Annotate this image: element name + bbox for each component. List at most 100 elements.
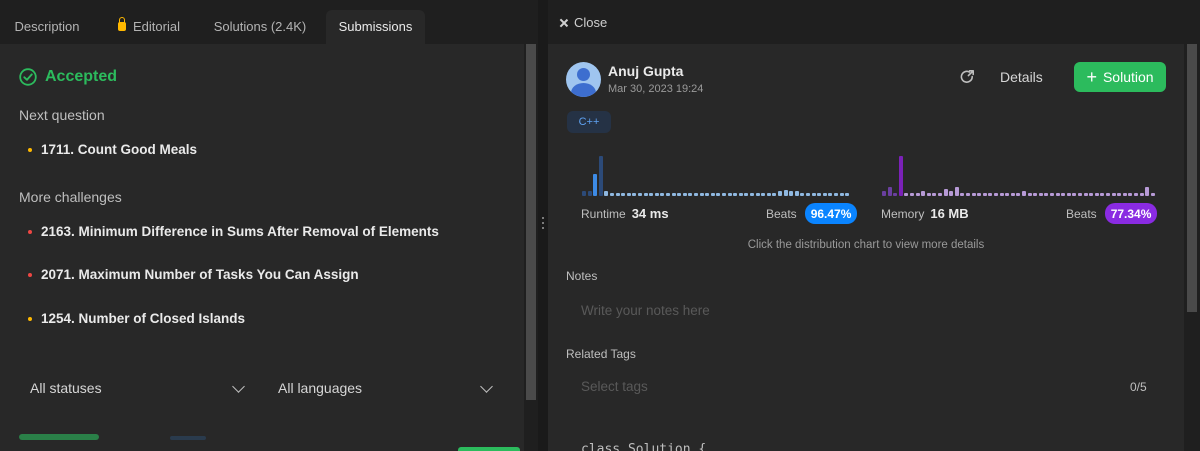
difficulty-dot-medium [28, 147, 32, 152]
memory-distribution-chart[interactable] [882, 144, 1155, 196]
distribution-bar [671, 192, 676, 196]
submission-detail-panel: Close Anuj Gupta Mar 30, 2023 19:24 Deta… [548, 0, 1200, 451]
distribution-bar [1027, 192, 1032, 196]
code-preview: class Solution { [581, 442, 707, 451]
user-name[interactable]: Anuj Gupta [608, 63, 683, 79]
runtime-distribution-chart[interactable] [582, 144, 852, 196]
status-filter-dropdown[interactable]: All statuses [30, 380, 245, 396]
right-scrollbar[interactable] [1184, 44, 1200, 451]
details-button[interactable]: Details [1000, 69, 1043, 85]
difficulty-dot-hard [28, 272, 32, 277]
distribution-bar [1010, 192, 1015, 196]
next-question-link[interactable]: 1711. Count Good Meals [28, 142, 197, 157]
distribution-bar [811, 192, 816, 196]
distribution-bar [988, 192, 993, 196]
distribution-bar [705, 192, 710, 196]
distribution-bar [1094, 192, 1099, 196]
language-badge: C++ [567, 111, 611, 133]
distribution-bar [626, 192, 631, 196]
distribution-bar [1145, 187, 1150, 196]
distribution-bar [710, 192, 715, 196]
distribution-bar [1038, 192, 1043, 196]
notes-input[interactable]: Write your notes here [566, 296, 1164, 324]
tag-count: 0/5 [1130, 380, 1147, 394]
add-solution-button[interactable]: + Solution [1074, 62, 1166, 92]
tab-description[interactable]: Description [0, 10, 94, 44]
share-icon[interactable] [959, 69, 975, 85]
challenge-link[interactable]: 1254. Number of Closed Islands [28, 311, 245, 326]
row-button-peek [458, 447, 520, 451]
challenge-link[interactable]: 2163. Minimum Difference in Sums After R… [28, 224, 439, 239]
grip-dot [542, 217, 544, 219]
distribution-bar [982, 192, 987, 196]
distribution-bar [1066, 192, 1071, 196]
distribution-bar [632, 192, 637, 196]
distribution-bar [755, 192, 760, 196]
question-title: 2071. Maximum Number of Tasks You Can As… [41, 267, 359, 282]
memory-percentile-badge: 77.34% [1104, 203, 1158, 224]
distribution-bar [582, 191, 586, 196]
memory-value: 16 MB [930, 206, 969, 221]
distribution-bar [610, 192, 614, 196]
distribution-bar [1072, 192, 1077, 196]
distribution-bar [943, 188, 948, 196]
tab-editorial[interactable]: Editorial [108, 10, 190, 44]
distribution-bar [1078, 192, 1082, 196]
grip-dot [542, 222, 544, 224]
scrollbar-thumb[interactable] [526, 44, 536, 400]
distribution-bar [893, 192, 898, 196]
question-title: 1254. Number of Closed Islands [41, 311, 246, 326]
avatar-head [577, 68, 590, 81]
tab-submissions[interactable]: Submissions [326, 10, 425, 44]
question-title: 2163. Minimum Difference in Sums After R… [41, 224, 439, 239]
close-button[interactable]: Close [560, 15, 607, 30]
distribution-bar [1061, 192, 1066, 196]
chart-hint: Click the distribution chart to view mor… [747, 239, 985, 251]
distribution-bar [1150, 192, 1155, 196]
close-icon [560, 19, 568, 27]
distribution-bar [621, 192, 626, 196]
distribution-bar [789, 191, 794, 196]
difficulty-dot-medium [28, 316, 32, 321]
tags-select[interactable]: Select tags [566, 372, 1164, 400]
submission-date: Mar 30, 2023 19:24 [608, 83, 704, 95]
challenge-link[interactable]: 2071. Maximum Number of Tasks You Can As… [28, 267, 359, 282]
language-filter-dropdown[interactable]: All languages [278, 380, 493, 396]
distribution-bar [1016, 192, 1021, 196]
distribution-bar [806, 192, 810, 196]
pane-resize-handle[interactable] [538, 0, 548, 451]
memory-stat: Memory 16 MB [881, 206, 969, 221]
panel-body: Anuj Gupta Mar 30, 2023 19:24 Details + … [548, 44, 1184, 451]
memory-label: Memory [881, 207, 925, 221]
distribution-bar [994, 192, 998, 196]
distribution-bar [845, 192, 850, 196]
distribution-bar [960, 192, 965, 196]
tab-solutions[interactable]: Solutions (2.4K) [210, 10, 310, 44]
distribution-bar [977, 192, 982, 196]
panel-header: Close [548, 0, 1200, 44]
tab-label: Solutions (2.4K) [213, 19, 307, 34]
distribution-bar [1055, 192, 1060, 196]
related-tags-label: Related Tags [566, 347, 636, 361]
distribution-bar [587, 191, 592, 196]
distribution-bar [649, 192, 654, 196]
runtime-label: Runtime [581, 207, 626, 221]
distribution-bar [643, 192, 648, 196]
distribution-bar [677, 192, 682, 196]
left-scrollbar[interactable] [524, 44, 538, 451]
distribution-bar [828, 192, 833, 196]
distribution-bar [1134, 192, 1138, 196]
distribution-bar [1033, 192, 1038, 196]
distribution-bar [817, 192, 822, 196]
memory-beats: Beats 77.34% [1066, 203, 1158, 224]
distribution-bar [727, 192, 732, 196]
distribution-bar [615, 192, 620, 196]
avatar[interactable] [566, 62, 601, 97]
distribution-bar [915, 192, 920, 196]
tab-label: Editorial [133, 19, 180, 34]
scrollbar-thumb[interactable] [1187, 44, 1197, 312]
check-circle-icon [19, 68, 37, 86]
distribution-bar [1128, 192, 1133, 196]
plus-icon: + [1086, 67, 1097, 87]
distribution-bar [898, 156, 903, 196]
